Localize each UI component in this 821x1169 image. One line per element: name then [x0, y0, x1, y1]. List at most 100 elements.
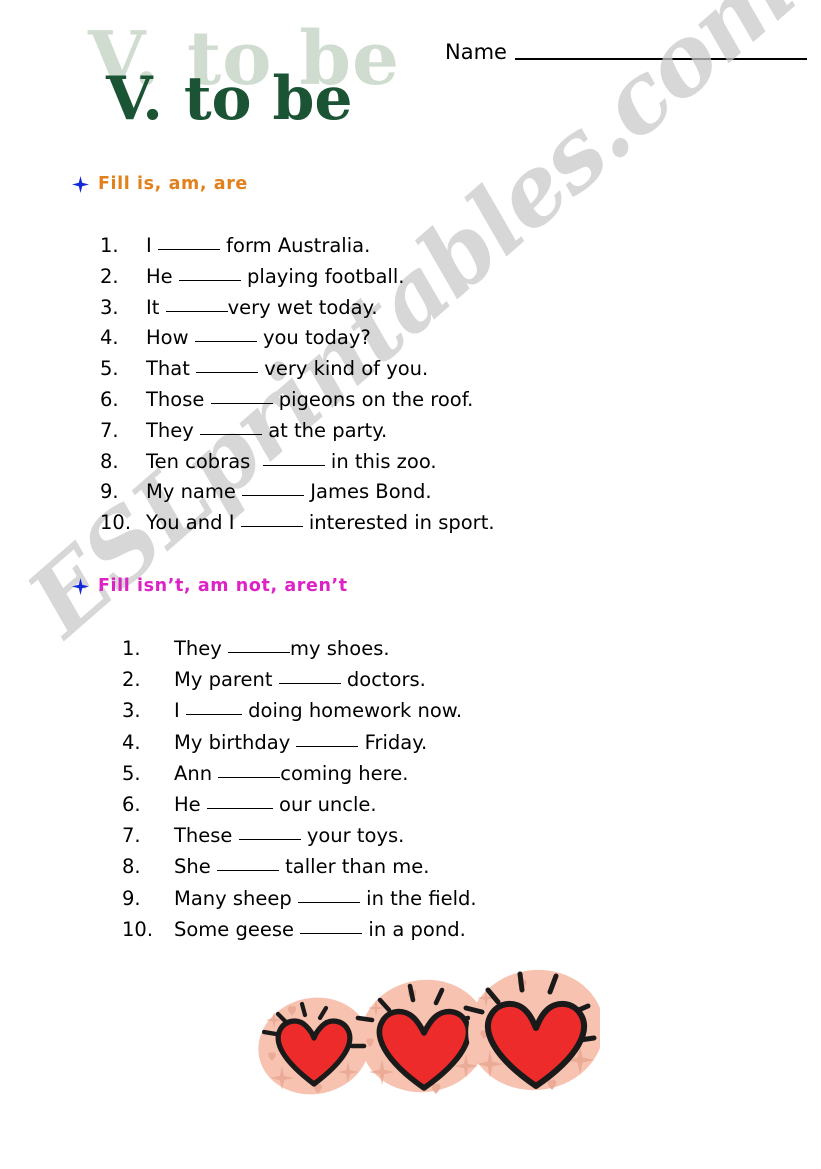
exercise-item-suffix: in a pond. [362, 917, 466, 941]
exercise-item: 2. He playing football. [100, 265, 495, 296]
exercise-item-suffix: taller than me. [278, 855, 430, 879]
section-heading-2-label: Fill isn’t, am not, aren’t [98, 576, 348, 596]
exercise-item-prefix: My birthday [174, 730, 297, 754]
exercise-item: 3. It very wet today. [100, 296, 495, 327]
exercise-item-prefix: How [146, 326, 195, 350]
exercise-item-text: He playing football. [146, 265, 404, 288]
star-icon [72, 578, 89, 596]
exercise-item-text: He our uncle. [174, 793, 377, 816]
answer-blank[interactable] [300, 932, 363, 934]
exercise-item-number: 9. [100, 480, 119, 504]
exercise-item: 5. Ann coming here. [122, 762, 477, 793]
answer-blank[interactable] [297, 901, 360, 903]
exercise-item: 6. Those pigeons on the roof. [100, 388, 495, 419]
exercise-item-number: 8. [122, 855, 141, 879]
answer-blank[interactable] [165, 310, 228, 312]
answer-blank[interactable] [178, 279, 241, 281]
exercise-item: 7. These your toys. [122, 824, 477, 855]
hearts-decoration [252, 968, 600, 1100]
exercise-item-text: It very wet today. [146, 296, 378, 319]
exercise-item-suffix: pigeons on the roof. [272, 387, 474, 411]
exercise-item-text: They my shoes. [174, 637, 390, 660]
exercise-item-text: Those pigeons on the roof. [146, 388, 473, 411]
exercise-item-suffix: doing homework now. [241, 699, 463, 723]
answer-blank[interactable] [218, 776, 281, 778]
section-heading-1-label: Fill is, am, are [98, 174, 248, 194]
exercise-item-text: Some geese in a pond. [174, 918, 466, 941]
exercise-item: 8. Ten cobras in this zoo. [100, 450, 495, 481]
exercise-item-text: I form Australia. [146, 234, 370, 257]
answer-blank[interactable] [206, 807, 273, 809]
answer-blank[interactable] [194, 341, 257, 343]
answer-blank[interactable] [210, 402, 273, 404]
exercise-item-suffix: at the party. [262, 418, 388, 442]
exercise-item-prefix: These [174, 824, 239, 848]
exercise-item-suffix: very kind of you. [258, 357, 429, 381]
name-label: Name [445, 40, 507, 64]
exercise-item-prefix: She [174, 855, 217, 879]
answer-blank[interactable] [242, 495, 305, 497]
exercise-item-number: 6. [122, 792, 141, 816]
name-input-line[interactable] [514, 58, 807, 60]
exercise-item-number: 10. [122, 917, 154, 941]
exercise-item: 8. She taller than me. [122, 855, 477, 886]
answer-blank[interactable] [196, 372, 259, 374]
exercise-item: 3. I doing homework now. [122, 699, 477, 730]
exercise-item-number: 4. [100, 326, 119, 350]
exercise-item-number: 6. [100, 387, 119, 411]
exercise-item-text: I doing homework now. [174, 699, 462, 722]
exercise-item-text: Many sheep in the field. [174, 887, 477, 910]
exercise-item-number: 3. [100, 295, 119, 319]
heart-3 [463, 969, 600, 1091]
exercise-item: 9. My name James Bond. [100, 480, 495, 511]
answer-blank[interactable] [185, 714, 242, 716]
page-title-main: V. to be [106, 64, 353, 134]
exercise-item-text: My parent doctors. [174, 668, 426, 691]
answer-blank[interactable] [262, 464, 325, 466]
exercise-item-prefix: You and I [146, 511, 241, 535]
exercise-item-prefix: That [146, 357, 197, 381]
exercise-item-prefix: They [174, 637, 229, 660]
exercise-item-number: 1. [100, 234, 119, 257]
exercise-item: 4. My birthday Friday. [122, 731, 477, 762]
exercise-item-prefix: My parent [174, 668, 279, 692]
exercise-item-text: Ann coming here. [174, 762, 408, 785]
answer-blank[interactable] [296, 745, 359, 747]
answer-blank[interactable] [240, 526, 303, 528]
three-hearts-icon [258, 969, 600, 1095]
exercise-item: 6. He our uncle. [122, 793, 477, 824]
exercise-item-number: 9. [122, 886, 141, 910]
exercise-item: 4. How you today? [100, 326, 495, 357]
exercise-item-prefix: I [174, 699, 186, 723]
exercise-item-number: 2. [100, 264, 119, 288]
answer-blank[interactable] [238, 839, 301, 841]
answer-blank[interactable] [216, 870, 279, 872]
exercise-item-prefix: My name [146, 480, 243, 504]
answer-blank[interactable] [157, 249, 220, 250]
exercise-item-prefix: It [146, 295, 166, 319]
exercise-item-text: My birthday Friday. [174, 731, 427, 754]
exercise-item-text: Ten cobras in this zoo. [146, 450, 437, 473]
answer-blank[interactable] [228, 652, 291, 653]
exercise-item-suffix: our uncle. [272, 792, 377, 816]
exercise-item-number: 7. [122, 824, 141, 848]
exercise-item-number: 1. [122, 637, 141, 660]
exercise-item-number: 2. [122, 668, 141, 692]
answer-blank[interactable] [200, 433, 263, 435]
exercise-item-prefix: They [146, 418, 201, 442]
exercise-item-prefix: Some geese [174, 917, 301, 941]
page-title: V. to be V. to be [70, 22, 430, 152]
section-heading-2: Fill isn’t, am not, aren’t [72, 576, 348, 596]
star-icon [72, 176, 89, 194]
exercise-item-number: 5. [122, 761, 141, 785]
exercise-item-number: 4. [122, 730, 141, 754]
exercise-item-prefix: Many sheep [174, 886, 298, 910]
exercise-item: 5. That very kind of you. [100, 357, 495, 388]
exercise-item: 9. Many sheep in the field. [122, 887, 477, 918]
exercise-item-suffix: my shoes. [290, 637, 390, 660]
exercise-item-suffix: coming here. [280, 761, 409, 785]
name-field[interactable]: Name [445, 42, 807, 63]
answer-blank[interactable] [278, 683, 341, 685]
exercise-item-text: How you today? [146, 326, 371, 349]
exercise-item-prefix: Ann [174, 761, 219, 785]
